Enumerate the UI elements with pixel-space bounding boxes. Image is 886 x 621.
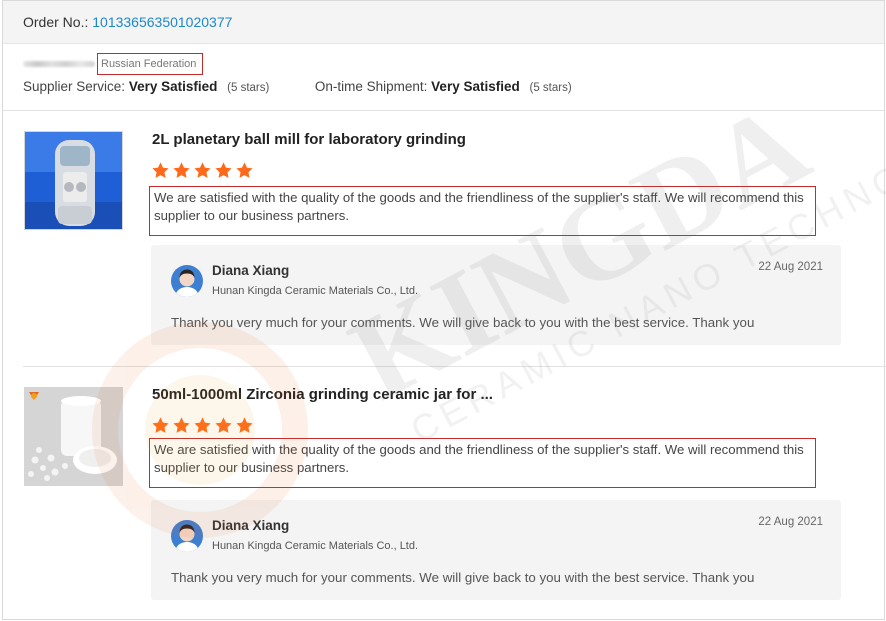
review-item: 2L planetary ball mill for laboratory gr… bbox=[3, 111, 884, 366]
star-icon bbox=[236, 417, 253, 433]
buyer-country: Russian Federation bbox=[97, 53, 204, 75]
avatar bbox=[171, 265, 203, 297]
star-icon bbox=[236, 162, 253, 178]
overall-ratings: Supplier Service: Very Satisfied (5 star… bbox=[23, 79, 572, 94]
supplier-service-stars: (5 stars) bbox=[227, 82, 270, 94]
comment-highlight: We are satisfied with the quality of the… bbox=[149, 438, 816, 488]
product-image[interactable] bbox=[24, 387, 123, 486]
review-item: 50ml-1000ml Zirconia grinding ceramic ja… bbox=[3, 367, 884, 621]
comment-highlight: We are satisfied with the quality of the… bbox=[149, 186, 816, 236]
reply-text: Thank you very much for your comments. W… bbox=[171, 570, 755, 585]
reply-date: 22 Aug 2021 bbox=[758, 261, 823, 273]
supplier-service-value: Very Satisfied bbox=[128, 79, 218, 94]
product-title-link[interactable]: 50ml-1000ml Zirconia grinding ceramic ja… bbox=[152, 386, 493, 403]
star-icon bbox=[194, 162, 211, 178]
buyer-info: Russian Federation bbox=[23, 53, 204, 75]
shipment-stars: (5 stars) bbox=[529, 82, 572, 94]
buyer-name-blurred bbox=[23, 61, 95, 67]
star-icon bbox=[215, 162, 232, 178]
rating-stars bbox=[151, 416, 254, 435]
star-icon bbox=[215, 417, 232, 433]
reply-author: Diana Xiang bbox=[212, 263, 290, 278]
reply-company: Hunan Kingda Ceramic Materials Co., Ltd. bbox=[212, 285, 419, 297]
product-image[interactable] bbox=[24, 131, 123, 230]
review-comment: We are satisfied with the quality of the… bbox=[154, 442, 804, 475]
shipment-value: Very Satisfied bbox=[431, 79, 520, 94]
star-icon bbox=[173, 162, 190, 178]
order-label-text: Order No.: bbox=[23, 14, 89, 30]
order-bar: Order No.: 101336563501020377 bbox=[3, 1, 884, 44]
order-label: Order No.: 101336563501020377 bbox=[23, 14, 232, 30]
star-icon bbox=[152, 417, 169, 433]
star-icon bbox=[173, 417, 190, 433]
review-panel: Order No.: 101336563501020377 Russian Fe… bbox=[2, 0, 886, 621]
reply-date: 22 Aug 2021 bbox=[758, 516, 823, 528]
reply-author: Diana Xiang bbox=[212, 518, 290, 533]
supplier-reply: Diana Xiang Hunan Kingda Ceramic Materia… bbox=[151, 500, 841, 600]
product-title-link[interactable]: 2L planetary ball mill for laboratory gr… bbox=[152, 131, 466, 148]
supplier-service-label: Supplier Service: bbox=[23, 79, 126, 94]
star-icon bbox=[194, 417, 211, 433]
supplier-reply: Diana Xiang Hunan Kingda Ceramic Materia… bbox=[151, 245, 841, 345]
star-icon bbox=[152, 162, 169, 178]
order-number-link[interactable]: 101336563501020377 bbox=[92, 14, 232, 30]
reply-text: Thank you very much for your comments. W… bbox=[171, 315, 755, 330]
avatar bbox=[171, 520, 203, 552]
shipment-label: On-time Shipment: bbox=[314, 79, 428, 94]
rating-stars bbox=[151, 161, 254, 180]
review-comment: We are satisfied with the quality of the… bbox=[154, 190, 804, 223]
reply-company: Hunan Kingda Ceramic Materials Co., Ltd. bbox=[212, 540, 419, 552]
